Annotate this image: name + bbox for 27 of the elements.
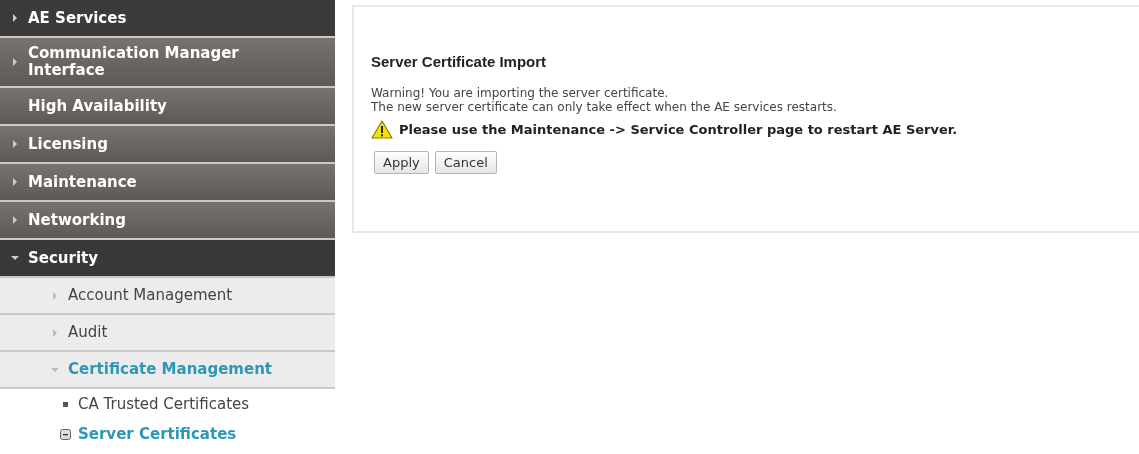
bullet-icon [62,401,68,407]
sidebar-item[interactable]: High Availability [0,88,335,126]
panel-title: Server Certificate Import [371,53,548,70]
caret-right-icon [52,328,58,337]
sidebar-item[interactable]: Audit [0,315,335,352]
sidebar-item[interactable]: Maintenance [0,164,335,202]
warning-text: Warning! You are importing the server certificate. [371,86,670,100]
cancel-button[interactable]: Cancel [434,151,497,174]
sidebar-item[interactable]: Security [0,240,335,278]
sidebar-item[interactable]: Networking [0,202,335,240]
caret-right-icon [52,291,58,300]
caret-right-icon [12,58,18,66]
caret-down-icon [51,366,59,373]
caret-right-icon [12,14,18,22]
sidebar-item[interactable]: Licensing [0,126,335,164]
apply-button[interactable]: Apply [374,151,429,174]
sidebar-item[interactable]: Communication Manager Interface [0,38,335,88]
caret-right-icon [12,178,18,186]
sidebar-item[interactable]: Account Management [0,278,335,315]
warning-icon [371,120,393,139]
warning-text: The new server certificate can only take effect when the AE services restarts. [371,100,838,114]
caret-down-icon [11,255,19,261]
caret-right-icon [12,216,18,224]
collapse-icon [59,428,71,440]
caret-right-icon [12,140,18,148]
sidebar-item[interactable]: AE Services [0,0,335,38]
restart-notice: Please use the Maintenance -> Service Controller page to restart AE Server. [399,122,958,137]
